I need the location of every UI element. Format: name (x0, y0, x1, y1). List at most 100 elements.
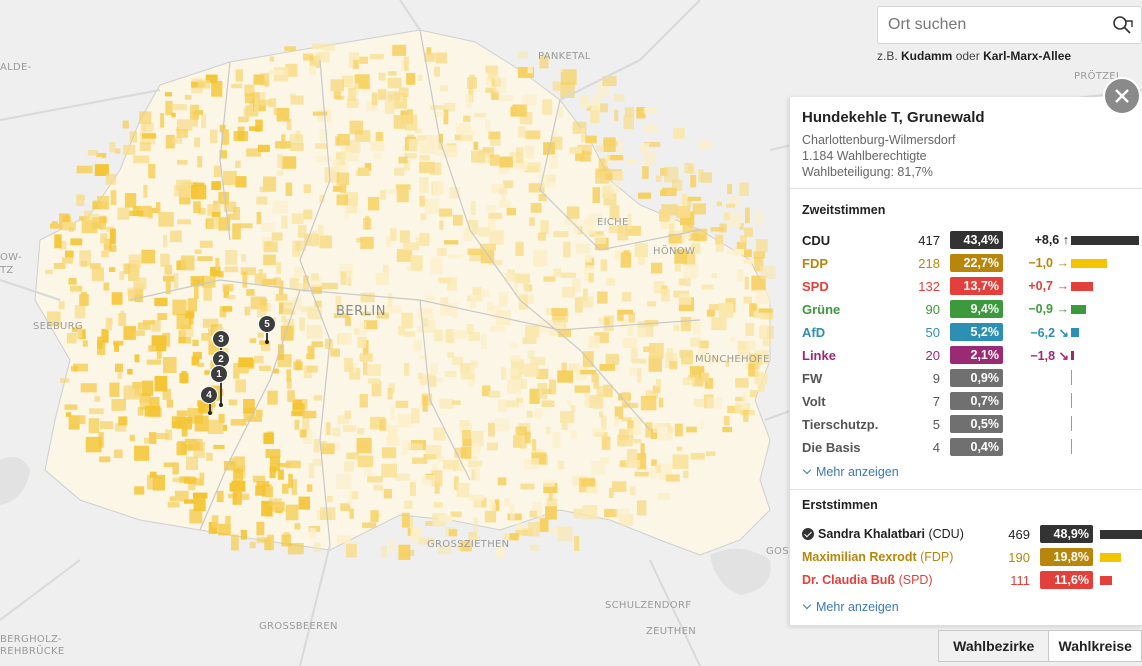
first-vote-row: Sandra Khalatbari (CDU) 469 48,9% (802, 524, 1142, 544)
precinct-area (122, 120, 129, 129)
precinct-area (509, 533, 519, 541)
precinct-area (633, 439, 642, 444)
map-marker-4[interactable]: 4 (200, 386, 218, 404)
precinct-area (525, 130, 541, 140)
vote-share-bar (1100, 553, 1121, 562)
search-hint: z.B. Kudamm oder Karl-Marx-Allee (877, 49, 1071, 63)
precinct-area (643, 151, 656, 166)
show-more-second-votes[interactable]: Mehr anzeigen (802, 465, 899, 479)
place-label-tz: TZ (0, 265, 14, 276)
precinct-area (111, 292, 123, 305)
precinct-area (580, 369, 597, 375)
show-more-first-votes[interactable]: Mehr anzeigen (802, 600, 899, 614)
precinct-area (128, 210, 144, 216)
precinct-area (706, 397, 723, 409)
precinct-area (286, 369, 291, 382)
precinct-area (655, 175, 662, 182)
precinct-area (501, 367, 507, 380)
precinct-area (445, 329, 455, 344)
precinct-area (394, 167, 405, 176)
precinct-info-panel: Hundekehle T, Grunewald Charlottenburg-W… (789, 97, 1142, 626)
precinct-area (419, 233, 430, 246)
precinct-area (261, 278, 277, 286)
precinct-area (255, 125, 261, 132)
search-input[interactable] (878, 16, 1098, 34)
precinct-area (745, 323, 755, 336)
precinct-area (235, 176, 247, 188)
precinct-area (256, 211, 262, 225)
precinct-area (189, 509, 203, 524)
vote-count: 90 (925, 302, 940, 317)
place-label-seeburg: SEEBURG (33, 321, 83, 332)
vote-percent-badge: 48,9% (1040, 525, 1093, 543)
precinct-area (105, 173, 116, 185)
precinct-area (312, 43, 324, 50)
map-marker-1[interactable]: 1 (210, 365, 228, 383)
precinct-area (363, 362, 368, 376)
precinct-area (660, 189, 667, 196)
place-label-gos: GOS (766, 546, 789, 557)
precinct-area (701, 284, 714, 290)
close-icon (1115, 89, 1129, 103)
precinct-area (143, 184, 148, 198)
precinct-area (643, 124, 659, 134)
precinct-area (172, 137, 183, 144)
place-label-muenchehofe: MÜNCHEHOFE (695, 354, 770, 365)
precinct-area (542, 99, 553, 115)
precinct-area (311, 231, 317, 247)
precinct-area (256, 521, 265, 536)
precinct-area (367, 197, 380, 211)
second-vote-row: FW 9 0,9% (802, 368, 1142, 388)
vote-share-bar (1100, 576, 1112, 585)
second-votes-title: Zweitstimmen (802, 203, 886, 217)
place-label-alde: ALDE- (0, 62, 32, 73)
precinct-area (489, 230, 504, 245)
precinct-area (303, 184, 311, 193)
precinct-area (286, 460, 301, 469)
precinct-area (184, 477, 197, 484)
precinct-area (325, 422, 331, 435)
precinct-area (462, 438, 472, 447)
precinct-area (396, 189, 409, 203)
precinct-area (249, 541, 256, 549)
precinct-area (285, 504, 299, 521)
vote-percent-badge: 0,5% (950, 415, 1003, 433)
precinct-area (448, 254, 464, 259)
precinct-area (237, 126, 245, 142)
precinct-area (80, 261, 88, 267)
precinct-area (166, 399, 174, 408)
first-vote-row: Maximilian Rexrodt (FDP) 190 19,8% (802, 547, 1142, 567)
precinct-area (698, 140, 712, 150)
candidate-name: Maximilian Rexrodt (FDP) (802, 550, 953, 564)
precinct-area (386, 236, 391, 247)
precinct-area (467, 77, 477, 89)
place-label-rehbruecke: REHBRÜCKE (0, 646, 65, 657)
precinct-area (735, 378, 749, 388)
precinct-area (309, 528, 316, 539)
marker-anchor (208, 411, 212, 415)
precinct-area (335, 473, 352, 490)
precinct-area (525, 325, 540, 338)
vote-diff-value: −1,8 (1030, 349, 1056, 363)
precinct-area (434, 482, 440, 494)
precinct-area (590, 108, 600, 124)
precinct-area (327, 495, 333, 503)
precinct-area (163, 357, 177, 373)
precinct-area (66, 333, 77, 344)
precinct-area (285, 182, 293, 196)
precinct-turnout: Wahlbeteiligung: 81,7% (802, 165, 933, 179)
search-icon[interactable] (1111, 15, 1135, 37)
precinct-area (470, 201, 476, 215)
tab-wahlkreise[interactable]: Wahlkreise (1049, 630, 1142, 662)
precinct-area (307, 345, 315, 359)
map-marker-5[interactable]: 5 (258, 315, 276, 333)
precinct-area (70, 285, 83, 292)
precinct-area (309, 65, 316, 75)
precinct-area (617, 309, 633, 315)
tab-wahlbezirke[interactable]: Wahlbezirke (938, 630, 1050, 662)
precinct-area (163, 235, 168, 248)
city-label-berlin: BERLIN (336, 304, 386, 319)
close-panel-button[interactable] (1103, 77, 1141, 115)
precinct-area (620, 252, 632, 268)
map-marker-3[interactable]: 3 (212, 330, 230, 348)
